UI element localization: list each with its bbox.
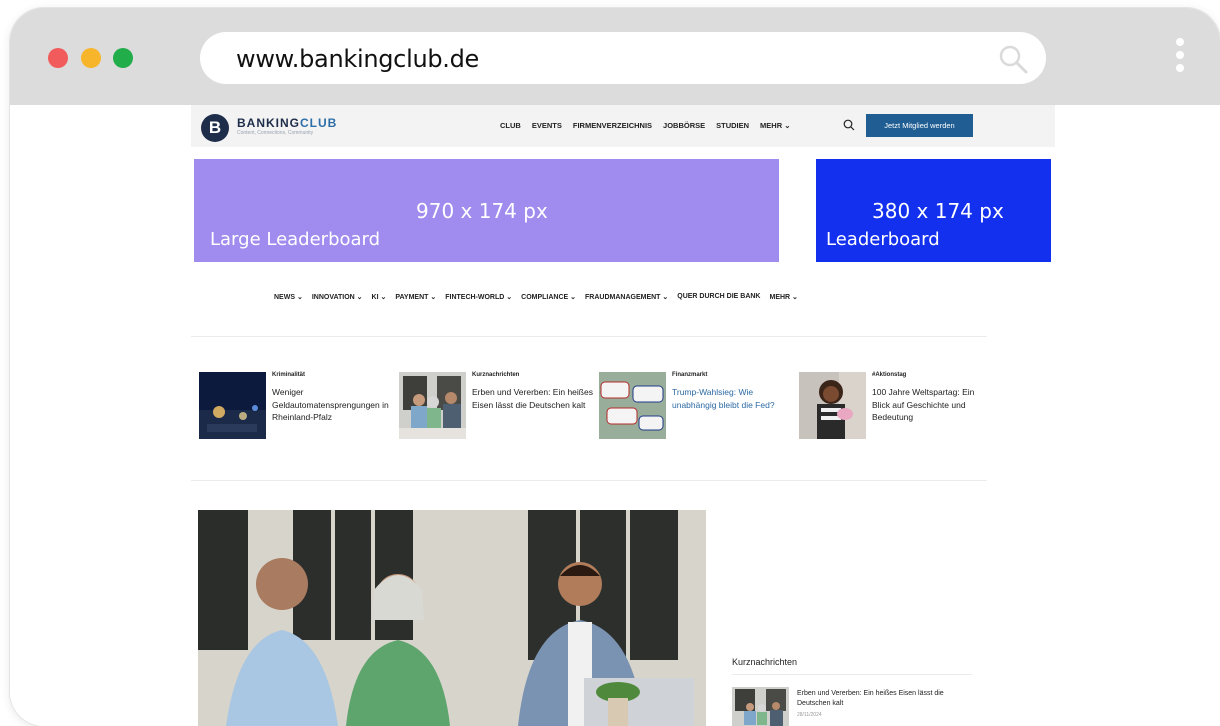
teaser-image[interactable] bbox=[599, 372, 666, 439]
logo-wordmark-club: CLUB bbox=[300, 116, 338, 130]
divider bbox=[191, 480, 987, 481]
category-payment[interactable]: PAYMENT ⌄ bbox=[395, 293, 436, 301]
browser-window: www.bankingclub.de B BANKINGCLUB Content… bbox=[10, 8, 1220, 726]
divider bbox=[191, 336, 987, 337]
menu-item-mehr[interactable]: MEHR ⌄ bbox=[760, 121, 790, 130]
menu-item-events[interactable]: EVENTS bbox=[532, 121, 562, 130]
menu-item-firmenverzeichnis[interactable]: FIRMENVERZEICHNIS bbox=[573, 121, 652, 130]
teaser-image[interactable] bbox=[399, 372, 466, 439]
teaser-card[interactable]: Kurznachrichten Erben und Vererben: Ein … bbox=[399, 372, 593, 442]
logo-wordmark[interactable]: BANKINGCLUB bbox=[237, 116, 337, 130]
teaser-title[interactable]: Weniger Geldautomatensprengungen in Rhei… bbox=[272, 386, 394, 424]
divider bbox=[732, 674, 972, 675]
join-member-button[interactable]: Jetzt Mitglied werden bbox=[866, 114, 973, 137]
category-quer-durch-die-bank[interactable]: QUER DURCH DIE BANK bbox=[677, 293, 760, 301]
category-mehr[interactable]: MEHR ⌄ bbox=[770, 293, 798, 301]
teaser-image[interactable] bbox=[799, 372, 866, 439]
logo-tagline: Content, Connections, Community bbox=[237, 130, 314, 136]
close-window-button[interactable] bbox=[48, 48, 68, 68]
category-ki[interactable]: KI ⌄ bbox=[372, 293, 387, 301]
category-news[interactable]: NEWS ⌄ bbox=[274, 293, 303, 301]
teaser-kicker: Kurznachrichten bbox=[472, 372, 520, 378]
teaser-title[interactable]: Trump-Wahlsieg: Wie unabhängig bleibt di… bbox=[672, 386, 794, 411]
teaser-title[interactable]: 100 Jahre Weltspartag: Ein Blick auf Ges… bbox=[872, 386, 994, 424]
url-text[interactable]: www.bankingclub.de bbox=[236, 45, 479, 73]
category-fraudmanagement[interactable]: FRAUDMANAGEMENT ⌄ bbox=[585, 293, 668, 301]
teaser-card[interactable]: #Aktionstag 100 Jahre Weltspartag: Ein B… bbox=[799, 372, 989, 442]
hero-image[interactable] bbox=[198, 510, 706, 726]
search-icon[interactable] bbox=[996, 42, 1030, 76]
teaser-card[interactable]: Finanzmarkt Trump-Wahlsieg: Wie unabhäng… bbox=[599, 372, 789, 442]
teaser-title[interactable]: Erben und Vererben: Ein heißes Eisen läs… bbox=[472, 386, 594, 411]
browser-chrome: www.bankingclub.de bbox=[10, 8, 1220, 105]
ad-size-label: 970 x 174 px bbox=[416, 199, 548, 223]
menu-item-studien[interactable]: STUDIEN bbox=[716, 121, 749, 130]
minimize-window-button[interactable] bbox=[81, 48, 101, 68]
ad-name-label: Leaderboard bbox=[826, 229, 940, 250]
site-header: B BANKINGCLUB Content, Connections, Comm… bbox=[191, 105, 1055, 147]
kebab-menu-icon[interactable] bbox=[1176, 38, 1184, 78]
teaser-image[interactable] bbox=[199, 372, 266, 439]
teaser-card[interactable]: Kriminalität Weniger Geldautomatenspreng… bbox=[199, 372, 389, 442]
sidebar-heading: Kurznachrichten bbox=[732, 657, 798, 667]
ad-slot-large-leaderboard[interactable]: 970 x 174 px Large Leaderboard bbox=[194, 159, 779, 262]
maximize-window-button[interactable] bbox=[113, 48, 133, 68]
category-nav: NEWS ⌄ INNOVATION ⌄ KI ⌄ PAYMENT ⌄ FINTE… bbox=[274, 293, 798, 301]
teaser-kicker: #Aktionstag bbox=[872, 372, 907, 378]
website-viewport: B BANKINGCLUB Content, Connections, Comm… bbox=[10, 105, 1220, 726]
search-icon[interactable] bbox=[843, 119, 855, 131]
category-innovation[interactable]: INNOVATION ⌄ bbox=[312, 293, 363, 301]
sidebar-item-image[interactable] bbox=[732, 687, 789, 726]
main-menu: CLUB EVENTS FIRMENVERZEICHNIS JOBBÖRSE S… bbox=[500, 121, 791, 130]
ad-slot-leaderboard[interactable]: 380 x 174 px Leaderboard bbox=[816, 159, 1051, 262]
address-bar[interactable]: www.bankingclub.de bbox=[200, 32, 1046, 84]
ad-size-label: 380 x 174 px bbox=[872, 199, 1004, 223]
teaser-kicker: Finanzmarkt bbox=[672, 372, 708, 378]
ad-name-label: Large Leaderboard bbox=[210, 229, 381, 250]
menu-item-jobboerse[interactable]: JOBBÖRSE bbox=[663, 121, 705, 130]
teaser-kicker: Kriminalität bbox=[272, 372, 306, 378]
sidebar-item-title[interactable]: Erben und Vererben: Ein heißes Eisen läs… bbox=[797, 689, 973, 709]
category-fintech-world[interactable]: FINTECH-WORLD ⌄ bbox=[445, 293, 512, 301]
sidebar-item-date: 28/11/2024 bbox=[797, 712, 822, 718]
logo-icon[interactable]: B bbox=[201, 114, 229, 142]
category-compliance[interactable]: COMPLIANCE ⌄ bbox=[521, 293, 576, 301]
logo-wordmark-banking: BANKING bbox=[237, 116, 300, 130]
menu-item-club[interactable]: CLUB bbox=[500, 121, 521, 130]
